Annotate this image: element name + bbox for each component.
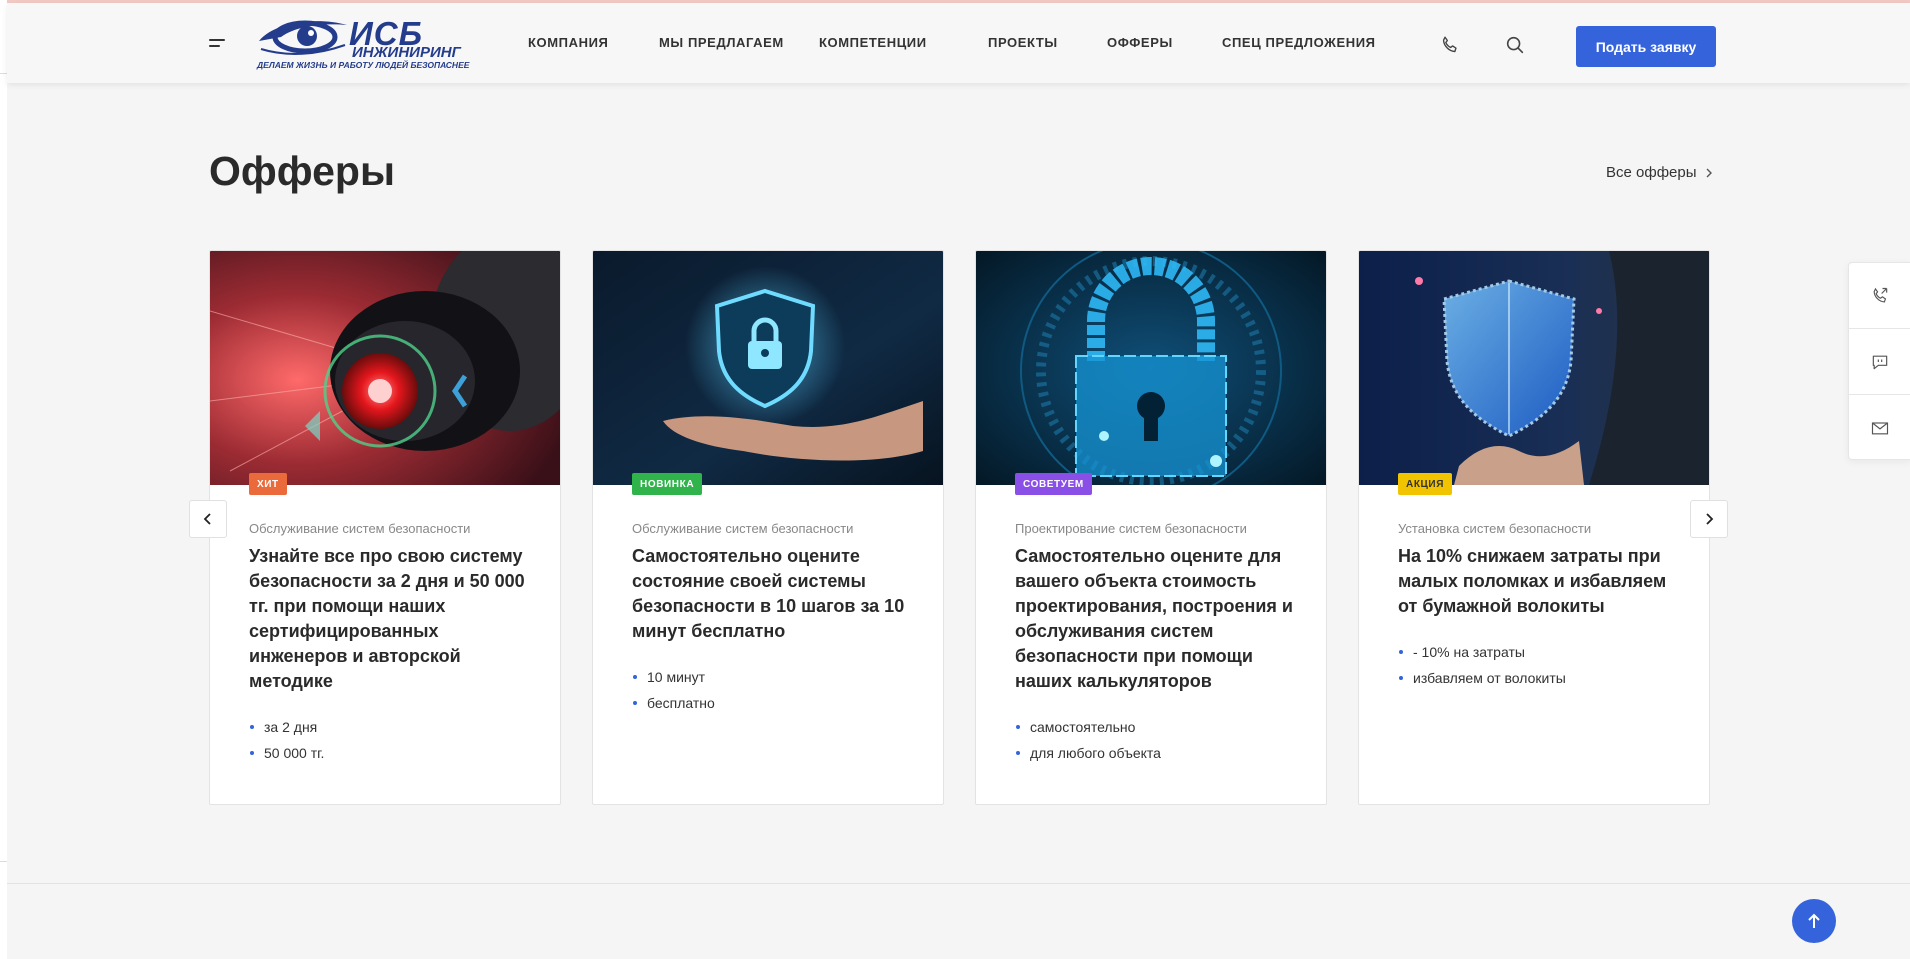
scroll-to-top-button[interactable] xyxy=(1792,899,1836,943)
arrow-up-icon xyxy=(1808,913,1820,928)
hand-shield-lock-image xyxy=(593,251,943,485)
page-title: Офферы xyxy=(209,148,395,194)
all-offers-link[interactable]: Все офферы xyxy=(1606,164,1713,181)
carousel-prev-button[interactable] xyxy=(189,500,227,538)
callback-icon[interactable] xyxy=(1849,263,1910,328)
feature-list: - 10% на затраты избавляем от волокиты xyxy=(1398,639,1678,691)
offer-category: Установка систем безопасности xyxy=(1398,521,1592,536)
status-badge: СОВЕТУЕМ xyxy=(1015,473,1092,495)
nav-item-offer[interactable]: МЫ ПРЕДЛАГАЕМ xyxy=(659,35,784,50)
offer-card[interactable]: АКЦИЯ Установка систем безопасности На 1… xyxy=(1358,250,1710,805)
feature-item: бесплатно xyxy=(632,690,912,716)
contact-side-panel xyxy=(1848,262,1910,460)
carousel-next-button[interactable] xyxy=(1690,500,1728,538)
offer-title: Самостоятельно оцените состояние своей с… xyxy=(632,546,905,641)
feature-item: за 2 дня xyxy=(249,714,529,740)
status-badge: ХИТ xyxy=(249,473,287,495)
offer-category: Проектирование систем безопасности xyxy=(1015,521,1247,536)
logo-subtitle: ИНЖИНИРИНГ xyxy=(352,44,461,61)
digital-padlock-image xyxy=(976,251,1326,485)
feature-item: самостоятельно xyxy=(1015,714,1295,740)
security-camera-image xyxy=(210,251,560,485)
chevron-left-icon xyxy=(203,513,211,525)
offer-card[interactable]: ХИТ Обслуживание систем безопасности Узн… xyxy=(209,250,561,805)
status-badge: АКЦИЯ xyxy=(1398,473,1453,495)
offer-category: Обслуживание систем безопасности xyxy=(249,521,471,536)
search-icon[interactable] xyxy=(1504,34,1526,56)
nav-item-company[interactable]: КОМПАНИЯ xyxy=(528,35,608,50)
feature-item: 10 минут xyxy=(632,664,912,690)
offer-category: Обслуживание систем безопасности xyxy=(632,521,854,536)
offer-title: На 10% снижаем затраты при малых поломка… xyxy=(1398,546,1667,616)
site-header: ИСБ ИНЖИНИРИНГ ДЕЛАЕМ ЖИЗНЬ И РАБОТУ ЛЮД… xyxy=(7,3,1910,83)
nav-item-projects[interactable]: ПРОЕКТЫ xyxy=(988,35,1058,50)
phone-icon[interactable] xyxy=(1439,34,1461,56)
mail-icon[interactable] xyxy=(1849,395,1910,460)
nav-item-competences[interactable]: КОМПЕТЕНЦИИ xyxy=(819,35,927,50)
left-edge-strip xyxy=(0,0,7,959)
offer-title: Самостоятельно оцените для вашего объект… xyxy=(1015,546,1293,691)
feature-item: избавляем от волокиты xyxy=(1398,665,1678,691)
eye-logo-icon xyxy=(259,20,347,55)
chevron-right-icon xyxy=(1706,168,1712,177)
hamburger-menu-icon[interactable] xyxy=(209,39,227,53)
feature-item: для любого объекта xyxy=(1015,740,1295,766)
feature-list: 10 минут бесплатно xyxy=(632,664,912,716)
section-divider xyxy=(7,883,1910,884)
offer-card[interactable]: НОВИНКА Обслуживание систем безопасности… xyxy=(592,250,944,805)
logo[interactable]: ИСБ ИНЖИНИРИНГ ДЕЛАЕМ ЖИЗНЬ И РАБОТУ ЛЮД… xyxy=(257,15,469,75)
offer-card[interactable]: СОВЕТУЕМ Проектирование систем безопасно… xyxy=(975,250,1327,805)
status-badge: НОВИНКА xyxy=(632,473,703,495)
chat-icon[interactable] xyxy=(1849,329,1910,394)
nav-item-offers[interactable]: ОФФЕРЫ xyxy=(1107,35,1173,50)
logo-slogan: ДЕЛАЕМ ЖИЗНЬ И РАБОТУ ЛЮДЕЙ БЕЗОПАСНЕЕ xyxy=(257,60,470,70)
feature-item: - 10% на затраты xyxy=(1398,639,1678,665)
feature-item: 50 000 тг. xyxy=(249,740,529,766)
feature-list: за 2 дня 50 000 тг. xyxy=(249,714,529,766)
nav-item-special-offers[interactable]: СПЕЦ ПРЕДЛОЖЕНИЯ xyxy=(1222,35,1376,50)
chevron-right-icon xyxy=(1706,513,1714,525)
all-offers-label: Все офферы xyxy=(1606,164,1697,181)
submit-application-button[interactable]: Подать заявку xyxy=(1576,26,1716,67)
feature-list: самостоятельно для любого объекта xyxy=(1015,714,1295,766)
businessman-shield-image xyxy=(1359,251,1709,485)
offer-title: Узнайте все про свою систему безопасност… xyxy=(249,546,525,691)
